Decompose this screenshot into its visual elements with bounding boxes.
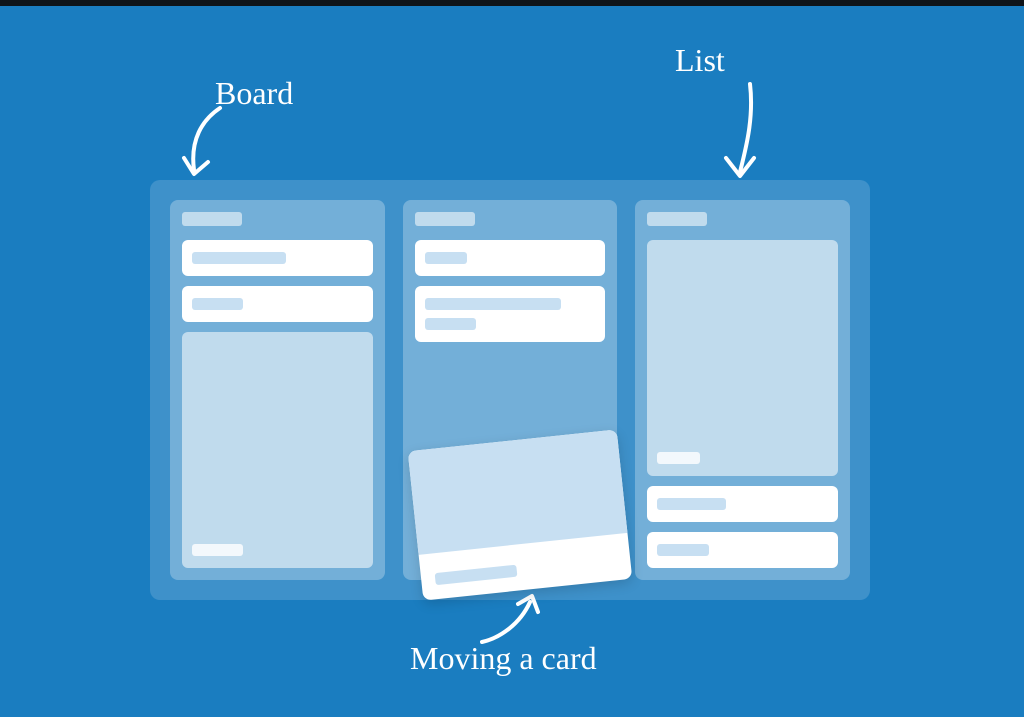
arrow-board-icon <box>172 100 242 190</box>
card[interactable] <box>415 240 606 276</box>
card-line <box>425 252 468 264</box>
card[interactable] <box>415 286 606 342</box>
card[interactable] <box>647 532 838 568</box>
moving-card[interactable] <box>408 429 633 600</box>
card-tall[interactable] <box>647 240 838 476</box>
card-line <box>657 498 725 510</box>
list-title <box>415 212 475 226</box>
card-line <box>425 298 562 310</box>
list-1[interactable] <box>170 200 385 580</box>
card[interactable] <box>182 286 373 322</box>
card-line <box>192 544 243 556</box>
card-line <box>657 452 700 464</box>
card-tall[interactable] <box>182 332 373 568</box>
list-3[interactable] <box>635 200 850 580</box>
diagram-canvas: Board List Moving a card <box>0 0 1024 717</box>
card[interactable] <box>182 240 373 276</box>
card-line <box>657 544 708 556</box>
card[interactable] <box>647 486 838 522</box>
arrow-list-icon <box>700 78 770 188</box>
list-title <box>182 212 242 226</box>
card-line <box>192 298 243 310</box>
card-line <box>192 252 286 264</box>
card-line <box>425 318 476 330</box>
card-line <box>435 565 518 585</box>
label-list: List <box>675 42 725 79</box>
list-title <box>647 212 707 226</box>
